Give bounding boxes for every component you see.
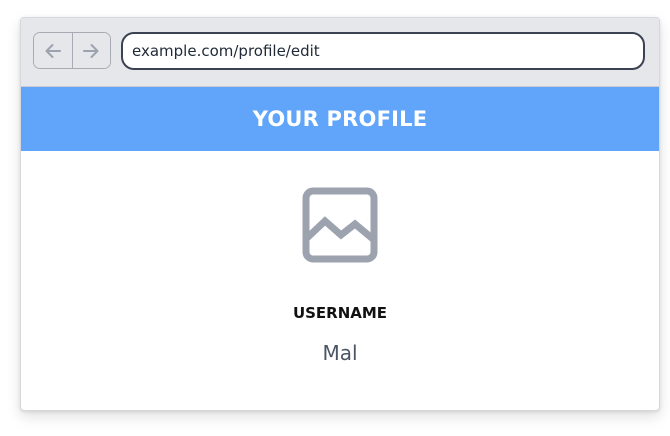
username-value: Mal (322, 341, 358, 365)
page-title: YOUR PROFILE (252, 107, 428, 131)
address-url: example.com/profile/edit (132, 42, 320, 60)
username-label: USERNAME (292, 304, 388, 322)
address-bar[interactable]: example.com/profile/edit (121, 32, 645, 70)
page-header: YOUR PROFILE (21, 87, 659, 151)
arrow-right-icon (83, 43, 99, 58)
profile-content: USERNAME Mal (21, 151, 659, 410)
browser-toolbar: example.com/profile/edit (21, 18, 659, 87)
image-placeholder-icon[interactable] (302, 187, 378, 263)
browser-window: example.com/profile/edit YOUR PROFILE US… (20, 17, 660, 411)
back-button[interactable] (34, 33, 72, 68)
nav-buttons (33, 32, 111, 69)
arrow-left-icon (45, 43, 61, 58)
forward-button[interactable] (71, 33, 110, 68)
